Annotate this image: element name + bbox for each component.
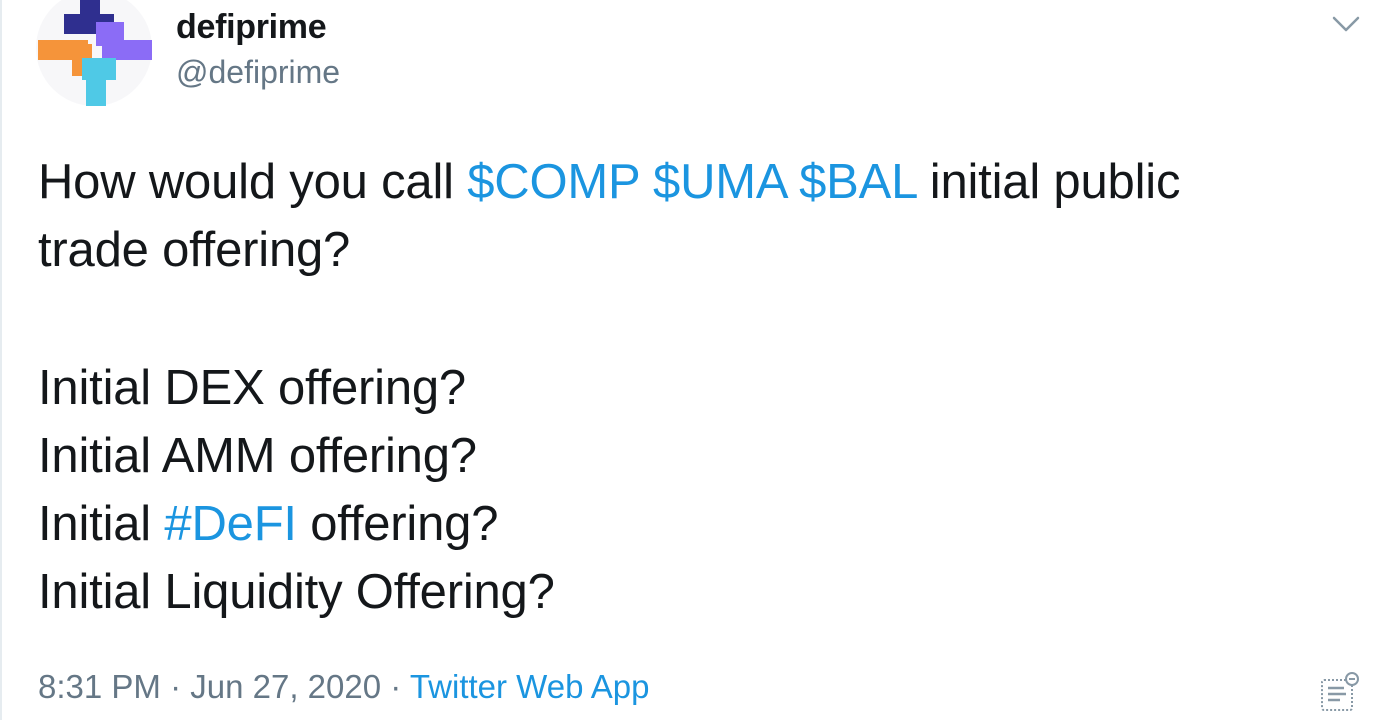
meta-separator: · [381,668,410,705]
cashtag-comp-link[interactable]: $COMP [467,155,640,209]
defiprime-logo-icon [36,0,152,106]
tweet-source-link[interactable]: Twitter Web App [410,668,650,705]
user-handle[interactable]: @defiprime [176,54,340,91]
cashtag-uma-link[interactable]: $UMA [653,155,786,209]
tweet-line-6: Initial Liquidity Offering? [38,565,555,619]
analytics-icon[interactable] [1318,670,1362,714]
tweet-line-3: Initial DEX offering? [38,361,466,415]
tweet-time-link[interactable]: 8:31 PM [38,668,161,705]
tweet-card: defiprime @defiprime How would you call … [0,0,1392,720]
tweet-line-2: trade offering? [38,223,351,277]
chevron-down-icon[interactable] [1328,10,1364,36]
meta-separator: · [160,668,191,705]
avatar[interactable] [34,0,154,108]
cashtag-bal-link[interactable]: $BAL [799,155,916,209]
tweet-text-segment: initial public [916,155,1181,209]
tweet-text: How would you call $COMP $UMA $BAL initi… [38,148,1358,626]
tweet-line-4: Initial AMM offering? [38,429,477,483]
tweet-date-link[interactable]: Jun 27, 2020 [190,668,381,705]
tweet-text-segment: Initial [38,497,165,551]
display-name[interactable]: defiprime [176,8,327,47]
tweet-text-segment: How would you call [38,155,468,209]
tweet-line-5: Initial #DeFI offering? [38,490,1358,558]
hashtag-defi-link[interactable]: #DeFI [164,497,297,551]
tweet-metadata: 8:31 PM · Jun 27, 2020 · Twitter Web App [38,668,649,706]
tweet-text-segment: offering? [296,497,499,551]
tweet-line-1: How would you call $COMP $UMA $BAL initi… [38,148,1358,216]
